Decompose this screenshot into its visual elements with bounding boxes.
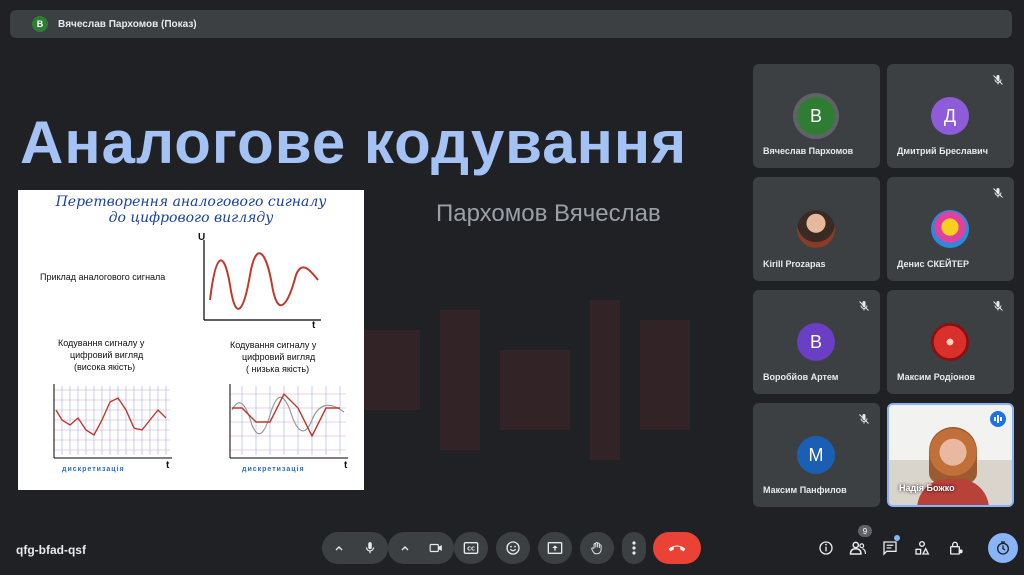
info-icon [819, 541, 833, 555]
low-quality-label-2: цифровий вигляд [242, 352, 316, 362]
svg-text:CC: CC [467, 547, 475, 553]
mic-off-icon [856, 298, 872, 314]
chevron-up-icon[interactable] [324, 532, 354, 564]
info-button[interactable] [814, 536, 838, 560]
mic-icon[interactable] [354, 532, 386, 564]
hand-icon [591, 541, 602, 555]
high-quality-label-1: Кодування сигналу у [58, 338, 145, 348]
present-icon [547, 542, 563, 554]
people-button[interactable] [846, 536, 870, 560]
mic-control [322, 532, 388, 564]
diagram-heading-2: до цифрового вигляду [108, 210, 274, 226]
present-button[interactable] [538, 532, 572, 564]
participant-photo [931, 210, 969, 248]
host-controls-button[interactable] [944, 536, 968, 560]
presentation-stage: Аналогове кодування Пархомов Вячеслав Пе… [10, 50, 745, 530]
participant-avatar: М [797, 436, 835, 474]
participant-name: Надія Божко [899, 483, 955, 493]
background-watermark [360, 290, 700, 480]
high-quality-plot [53, 384, 172, 459]
end-call-button[interactable] [653, 532, 701, 564]
mic-off-icon [856, 411, 872, 427]
camera-control [388, 532, 454, 564]
end-call-icon [668, 545, 686, 552]
activities-icon [915, 541, 930, 555]
participant-tile[interactable]: Денис СКЕЙТЕР [887, 177, 1014, 281]
emoji-icon [506, 541, 520, 555]
participant-video-person [929, 427, 977, 483]
slide-diagram: Перетворення аналогового сигналу до цифр… [18, 190, 364, 490]
timer-icon [997, 541, 1009, 555]
participant-avatar: В [797, 97, 835, 135]
activities-button[interactable] [910, 536, 934, 560]
speaking-indicator-icon [990, 411, 1006, 427]
participant-name: Воробйов Артем [763, 372, 839, 382]
participant-name: Денис СКЕЙТЕР [897, 259, 969, 269]
participant-avatar: В [797, 323, 835, 361]
low-quality-label-1: Кодування сигналу у [230, 340, 317, 350]
captions-button[interactable]: CC [454, 532, 488, 564]
participant-name: Вячеслав Пархомов [763, 146, 854, 156]
camera-icon[interactable] [420, 532, 452, 564]
mic-off-icon [990, 72, 1006, 88]
low-quality-label-3: ( низька якість) [246, 364, 310, 374]
timer-button[interactable] [988, 533, 1018, 563]
presenter-bar: В Вячеслав Пархомов (Показ) [10, 10, 1012, 38]
meeting-code: qfg-bfad-qsf [16, 543, 86, 557]
presenter-avatar: В [32, 16, 48, 32]
participant-tile[interactable]: В Вячеслав Пархомов [753, 64, 880, 168]
mic-off-icon [990, 298, 1006, 314]
host-controls-icon [950, 541, 963, 555]
emoji-button[interactable] [496, 532, 530, 564]
axis-u-label: U [198, 232, 206, 243]
participant-name: Максим Панфилов [763, 485, 847, 495]
disc-label-low: дискретизація [242, 466, 305, 473]
meeting-controls: qfg-bfad-qsf CC 9 [0, 525, 1024, 575]
participant-name: Максим Родіонов [897, 372, 976, 382]
example-label: Приклад аналогового сигнала [40, 272, 166, 282]
raise-hand-button[interactable] [580, 532, 614, 564]
more-icon [632, 541, 636, 555]
slide-author: Пархомов Вячеслав [436, 200, 661, 227]
participant-name: Дмитрий Бреславич [897, 146, 988, 156]
participant-avatar: Д [931, 97, 969, 135]
participant-tile[interactable]: Д Дмитрий Бреславич [887, 64, 1014, 168]
diagram-heading-1: Перетворення аналогового сигналу [55, 194, 327, 210]
participant-tile[interactable]: Максим Родіонов [887, 290, 1014, 394]
participant-tile-speaking[interactable]: Надія Божко [887, 403, 1014, 507]
mic-off-icon [990, 185, 1006, 201]
chat-button[interactable] [878, 536, 902, 560]
participant-photo [797, 210, 835, 248]
slide-title: Аналогове кодування [20, 109, 688, 176]
high-quality-label-2: цифровий вигляд [70, 350, 144, 360]
analog-signal-plot [203, 240, 321, 321]
participant-tile[interactable]: Kirill Prozapas [753, 177, 880, 281]
participant-name: Kirill Prozapas [763, 259, 826, 269]
low-quality-plot [229, 384, 348, 459]
axis-t-label-high: t [166, 460, 170, 471]
axis-t-label-low: t [344, 460, 348, 471]
high-quality-label-3: (висока якість) [74, 362, 136, 372]
participant-tile[interactable]: В Воробйов Артем [753, 290, 880, 394]
participant-photo [931, 323, 969, 361]
people-icon [849, 541, 867, 555]
captions-icon: CC [463, 542, 479, 554]
axis-t-label: t [312, 320, 316, 331]
more-options-button[interactable] [622, 532, 646, 564]
participant-tile[interactable]: М Максим Панфилов [753, 403, 880, 507]
presenter-title: Вячеслав Пархомов (Показ) [58, 18, 197, 30]
disc-label-high: дискретизація [62, 466, 125, 473]
chat-icon [883, 541, 897, 556]
chevron-up-icon[interactable] [390, 532, 420, 564]
